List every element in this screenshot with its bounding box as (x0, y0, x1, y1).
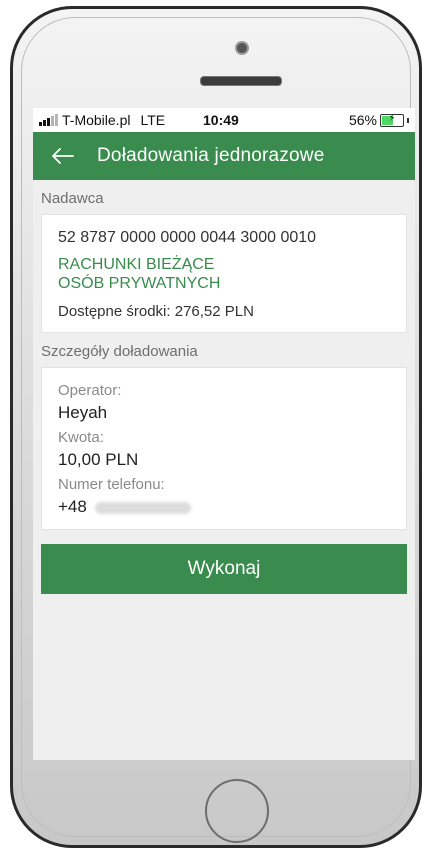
status-bar: T-Mobile.pl LTE 10:49 56% ⚡ (33, 108, 415, 132)
blurred-phone-number (94, 501, 191, 514)
sender-section-header: Nadawca (41, 190, 104, 207)
sender-account-card[interactable]: 52 8787 0000 0000 0044 3000 0010 RACHUNK… (41, 214, 407, 333)
app-bar: Doładowania jednorazowe (33, 132, 415, 180)
battery-status: 56% ⚡ (349, 112, 409, 128)
phone-number-value: +48 (58, 497, 390, 517)
account-name: RACHUNKI BIEŻĄCE OSÓB PRYWATNYCH (58, 255, 390, 293)
phone-screen: T-Mobile.pl LTE 10:49 56% ⚡ Doładowania … (33, 108, 415, 760)
signal-strength-icon (39, 114, 58, 126)
operator-label: Operator: (58, 382, 122, 399)
home-button[interactable] (205, 779, 269, 843)
account-name-line2: OSÓB PRYWATNYCH (58, 275, 221, 292)
details-section-header: Szczegóły doładowania (41, 343, 198, 360)
carrier-name: T-Mobile.pl (62, 112, 131, 128)
available-funds: Dostępne środki: 276,52 PLN (58, 303, 254, 320)
amount-label: Kwota: (58, 429, 104, 446)
arrow-left-icon[interactable] (49, 142, 77, 170)
phone-number-label: Numer telefonu: (58, 476, 165, 493)
execute-button[interactable]: Wykonaj (41, 544, 407, 594)
phone-prefix: +48 (58, 497, 87, 516)
clock: 10:49 (203, 112, 239, 128)
front-camera (237, 43, 247, 53)
page-title: Doładowania jednorazowe (97, 145, 325, 166)
amount-value: 10,00 PLN (58, 450, 139, 469)
account-number: 52 8787 0000 0000 0044 3000 0010 (58, 229, 317, 246)
battery-percent: 56% (348, 112, 377, 128)
operator-value: Heyah (58, 403, 108, 422)
network-type: LTE (140, 112, 166, 128)
account-name-line1: RACHUNKI BIEŻĄCE (58, 256, 215, 273)
earpiece-speaker (200, 76, 282, 86)
battery-icon: ⚡ (380, 113, 404, 127)
topup-details-card: Operator: Heyah Kwota: 10,00 PLN Numer t… (41, 367, 407, 530)
